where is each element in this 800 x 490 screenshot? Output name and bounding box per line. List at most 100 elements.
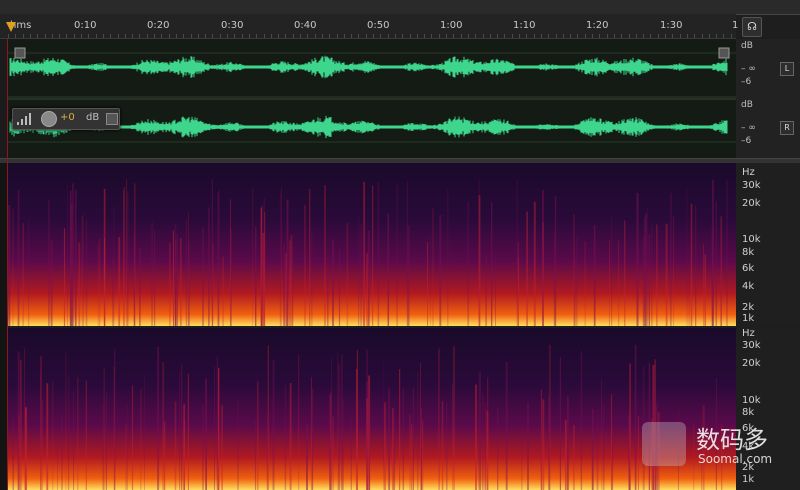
spectral-display-top[interactable] bbox=[8, 163, 736, 326]
ruler-minor-tick bbox=[110, 34, 112, 38]
ruler-minor-tick bbox=[489, 34, 491, 38]
ruler-minor-tick bbox=[373, 34, 374, 38]
ruler-minor-tick bbox=[263, 34, 265, 38]
hz-label: 8k bbox=[742, 247, 755, 258]
ruler-minor-tick bbox=[504, 34, 506, 38]
waveform-view[interactable] bbox=[0, 39, 736, 158]
spectral-display-bottom[interactable] bbox=[8, 328, 736, 490]
pin-icon[interactable] bbox=[106, 113, 118, 125]
ruler-minor-tick bbox=[643, 34, 645, 38]
ruler-label: 0:50 bbox=[367, 20, 390, 31]
ruler-minor-tick bbox=[475, 34, 477, 38]
ruler-minor-tick bbox=[730, 34, 732, 38]
ruler-minor-tick bbox=[365, 34, 367, 38]
fade-in-handle bbox=[14, 47, 26, 59]
ruler-minor-tick bbox=[672, 34, 674, 38]
playhead-line bbox=[7, 39, 8, 490]
minus6-label: –6 bbox=[741, 136, 752, 146]
ruler-minor-tick bbox=[438, 34, 440, 38]
ruler-minor-tick bbox=[29, 34, 31, 38]
ruler-minor-tick bbox=[621, 34, 623, 38]
ruler-minor-tick bbox=[533, 34, 535, 38]
minus6-label: –6 bbox=[741, 77, 752, 87]
ruler-label: 0:20 bbox=[147, 20, 170, 31]
ruler-minor-tick bbox=[511, 34, 513, 38]
watermark-english: Soomal.com bbox=[698, 452, 773, 466]
ruler-minor-tick bbox=[300, 34, 301, 38]
hz-label: Hz bbox=[742, 328, 755, 339]
hz-label: 1k bbox=[742, 313, 755, 324]
inf-label: – ∞ bbox=[741, 64, 756, 74]
frequency-scale-top: Hz 30k 20k 10k 8k 6k 4k 2k 1k bbox=[736, 163, 800, 326]
ruler-minor-tick bbox=[95, 34, 97, 38]
ruler-minor-tick bbox=[256, 34, 258, 38]
playhead-marker[interactable] bbox=[6, 22, 16, 32]
headphones-icon[interactable]: ☊ bbox=[742, 17, 762, 37]
gain-unit: dB bbox=[86, 112, 100, 123]
waveform-editor[interactable] bbox=[0, 39, 736, 158]
ruler-minor-tick bbox=[37, 34, 39, 38]
ruler-minor-tick bbox=[278, 34, 280, 38]
ruler-minor-tick bbox=[285, 34, 287, 38]
hz-label: 10k bbox=[742, 234, 761, 245]
ruler-minor-tick bbox=[73, 34, 75, 38]
ruler-minor-tick bbox=[380, 34, 382, 38]
amplitude-scale: dB – ∞ –6 L dB – ∞ –6 R bbox=[736, 39, 800, 158]
ruler-minor-tick bbox=[519, 34, 520, 38]
ruler-minor-tick bbox=[599, 34, 601, 38]
gain-knob-icon[interactable] bbox=[41, 111, 57, 127]
ruler-minor-tick bbox=[307, 34, 309, 38]
ruler-minor-tick bbox=[44, 34, 46, 38]
ruler-minor-tick bbox=[314, 34, 316, 38]
ruler-minor-tick bbox=[723, 34, 725, 38]
ruler-minor-tick bbox=[168, 34, 170, 38]
ruler-minor-tick bbox=[175, 34, 177, 38]
ruler-minor-tick bbox=[701, 34, 703, 38]
hz-label: 20k bbox=[742, 198, 761, 209]
ruler-minor-tick bbox=[132, 34, 134, 38]
ruler-minor-tick bbox=[467, 34, 469, 38]
ruler-minor-tick bbox=[394, 34, 396, 38]
ruler-minor-tick bbox=[562, 34, 564, 38]
time-ruler[interactable]: hms 0:10 0:20 0:30 0:40 0:50 1:00 1:10 1… bbox=[0, 14, 738, 39]
hz-label: 4k bbox=[742, 281, 755, 292]
ruler-minor-tick bbox=[679, 34, 681, 38]
amplitude-hud[interactable]: +0 dB bbox=[12, 108, 120, 130]
title-strip bbox=[0, 0, 800, 15]
channel-right-button[interactable]: R bbox=[780, 121, 794, 135]
ruler-minor-tick bbox=[183, 34, 185, 38]
ruler-minor-tick bbox=[212, 34, 214, 38]
ruler-label: 0:10 bbox=[74, 20, 97, 31]
hz-label: 10k bbox=[742, 395, 761, 406]
ruler-minor-tick bbox=[351, 34, 353, 38]
hz-label: 1k bbox=[742, 474, 755, 485]
ruler-minor-tick bbox=[227, 34, 228, 38]
ruler-minor-tick bbox=[190, 34, 192, 38]
ruler-minor-tick bbox=[358, 34, 360, 38]
ruler-minor-tick bbox=[117, 34, 119, 38]
watermark-chinese: 数码多 bbox=[696, 426, 768, 454]
ruler-minor-tick bbox=[59, 34, 61, 38]
ruler-minor-tick bbox=[146, 34, 148, 38]
ruler-minor-tick bbox=[708, 34, 710, 38]
ruler-minor-tick bbox=[453, 34, 455, 38]
gain-value[interactable]: +0 bbox=[60, 112, 75, 123]
ruler-label: 1:00 bbox=[440, 20, 463, 31]
hz-label: 30k bbox=[742, 340, 761, 351]
ruler-minor-tick bbox=[219, 34, 221, 38]
level-bars-icon bbox=[17, 113, 31, 125]
channel-left-button[interactable]: L bbox=[780, 62, 794, 76]
ruler-minor-tick bbox=[716, 34, 718, 38]
db-label: dB bbox=[741, 100, 753, 110]
ruler-minor-tick bbox=[497, 34, 499, 38]
ruler-minor-tick bbox=[321, 34, 323, 38]
ruler-label: 1:30 bbox=[660, 20, 683, 31]
ruler-minor-tick bbox=[460, 34, 462, 38]
ruler-minor-tick bbox=[51, 34, 53, 38]
ruler-minor-tick bbox=[694, 34, 696, 38]
ruler-minor-tick bbox=[8, 34, 9, 38]
ruler-minor-tick bbox=[548, 34, 550, 38]
ruler-minor-tick bbox=[66, 34, 68, 38]
hz-label: 6k bbox=[742, 263, 755, 274]
db-label: dB bbox=[741, 41, 753, 51]
